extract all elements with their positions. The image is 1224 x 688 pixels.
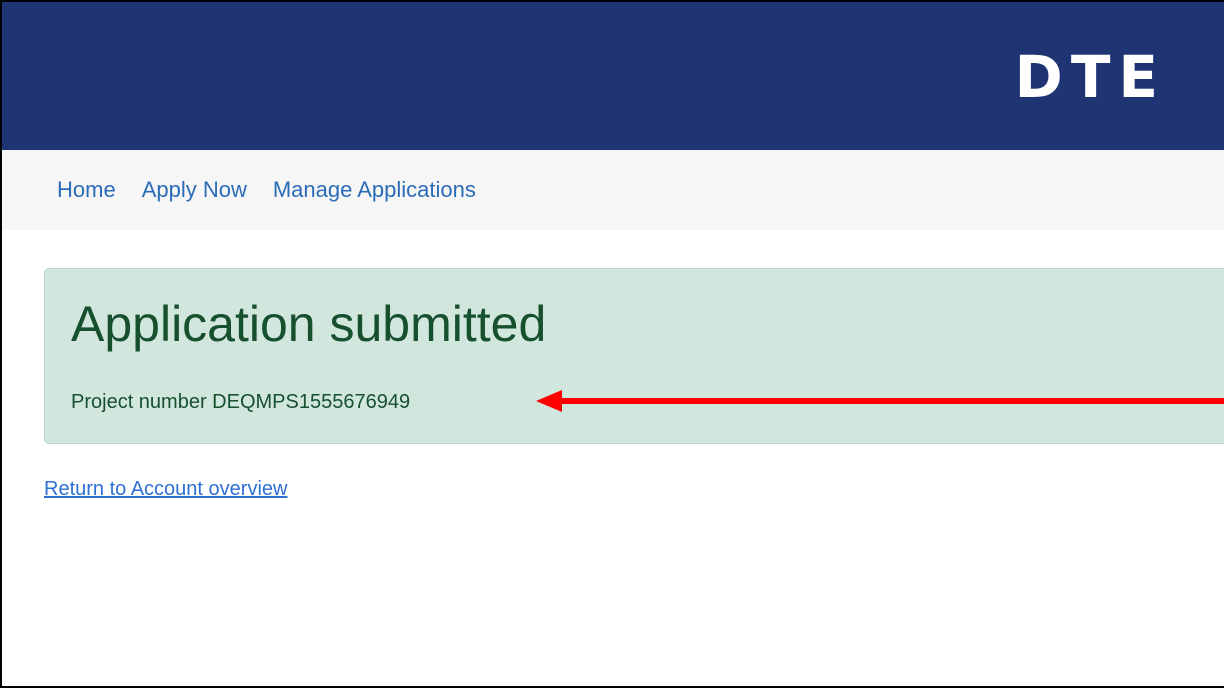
header-bar: DTE (2, 2, 1224, 150)
return-to-account-overview-link[interactable]: Return to Account overview (44, 478, 287, 501)
main-nav: Home Apply Now Manage Applications (2, 150, 1224, 230)
nav-manage-applications-link[interactable]: Manage Applications (273, 177, 476, 203)
dte-logo[interactable]: DTE (1015, 48, 1166, 106)
nav-home-link[interactable]: Home (57, 177, 116, 203)
browser-frame: DTE Home Apply Now Manage Applications A… (0, 0, 1224, 688)
red-arrow-annotation-icon (536, 390, 1224, 412)
nav-apply-now-link[interactable]: Apply Now (142, 177, 247, 203)
success-alert: Application submitted Project number DEQ… (44, 268, 1224, 444)
alert-title: Application submitted (71, 296, 547, 352)
project-number-text: Project number DEQMPS1555676949 (71, 391, 411, 413)
